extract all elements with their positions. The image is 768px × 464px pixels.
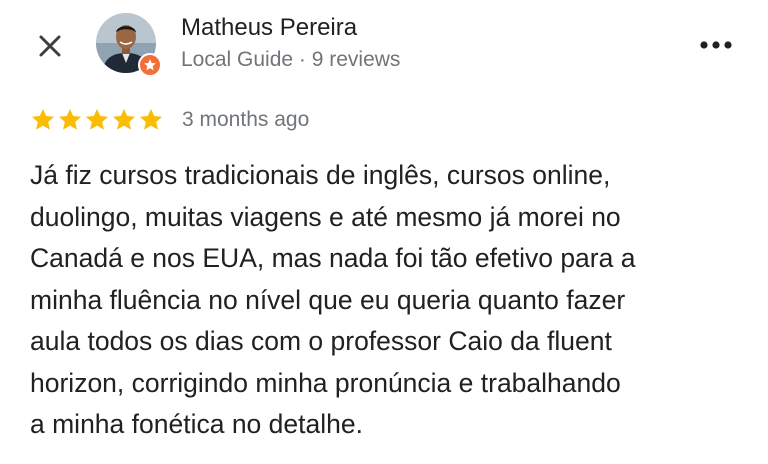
review-text-line: Já fiz cursos tradicionais de inglês, cu… [30, 160, 611, 190]
reviewer-meta: Local Guide · 9 reviews [181, 48, 401, 71]
review-text-line: minha fluência no nível que eu queria qu… [30, 284, 626, 315]
reviewer-avatar-container[interactable] [96, 13, 162, 77]
review-text-line: Canadá e nos EUA, mas nada foi tão efeti… [30, 243, 636, 273]
star-icon [112, 108, 136, 130]
review-text: Já fiz cursos tradicionais de inglês, cu… [30, 155, 750, 446]
star-rating [30, 107, 164, 133]
local-guide-star-icon [144, 59, 156, 71]
review-text-line: a minha fonética no detalhe. [30, 409, 363, 439]
star-icon [31, 108, 55, 130]
rating-row: 3 months ago [30, 107, 309, 133]
review-text-line: horizon, corrigindo minha pronúncia e tr… [30, 367, 621, 398]
reviewer-name[interactable]: Matheus Pereira [181, 14, 357, 42]
more-options-button[interactable] [694, 30, 738, 60]
star-icon [58, 108, 82, 130]
review-text-line: aula todos os dias com o professor Caio … [30, 326, 612, 356]
star-icon [85, 108, 109, 130]
review-date: 3 months ago [182, 108, 310, 131]
local-guide-badge [138, 53, 162, 77]
close-button[interactable] [30, 26, 70, 66]
close-icon [39, 35, 61, 57]
more-options-icon [700, 41, 732, 49]
star-icon [139, 108, 163, 130]
review-text-line: duolingo, muitas viagens e até mesmo já … [30, 201, 621, 232]
